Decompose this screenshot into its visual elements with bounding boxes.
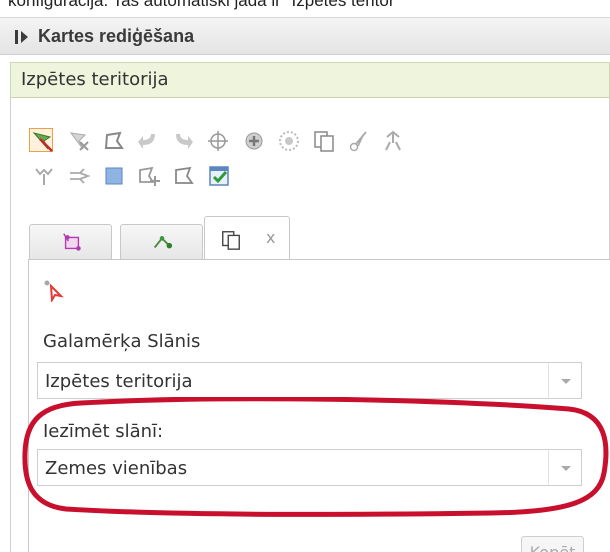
tab-strip: x xyxy=(16,216,610,261)
split-icon[interactable] xyxy=(32,164,56,188)
edit-vertices-icon[interactable] xyxy=(102,129,126,153)
tab-close-icon[interactable]: x xyxy=(266,228,275,247)
add-point-icon[interactable] xyxy=(242,129,266,153)
add-part-icon[interactable] xyxy=(137,164,161,188)
chevron-down-icon[interactable] xyxy=(548,450,581,485)
select-features-icon[interactable] xyxy=(29,128,53,152)
target-layer-label: Galamērķa Slānis xyxy=(43,331,201,352)
merge-icon[interactable] xyxy=(381,129,405,153)
select-layer-icon xyxy=(63,233,81,251)
fill-icon[interactable] xyxy=(102,164,126,188)
expand-collapse-icon[interactable] xyxy=(14,29,30,45)
move-icon[interactable] xyxy=(206,129,230,153)
target-layer-select[interactable]: Izpētes teritorija xyxy=(37,362,582,399)
reshape-icon[interactable] xyxy=(67,164,91,188)
buffer-icon[interactable] xyxy=(277,129,301,153)
copy-features-icon[interactable] xyxy=(312,129,336,153)
cut-icon[interactable] xyxy=(347,129,371,153)
select-layer-value: Zemes vienības xyxy=(45,458,188,479)
copy-tab-icon xyxy=(222,231,240,250)
select-layer-label: Iezīmēt slānī: xyxy=(43,421,164,442)
target-layer-value: Izpētes teritorija xyxy=(45,371,193,392)
tab-copy[interactable]: x xyxy=(204,216,290,261)
section-title: Izpētes teritorija xyxy=(21,69,169,90)
redo-icon[interactable] xyxy=(171,129,195,153)
tab-snapping[interactable] xyxy=(120,224,203,260)
copy-button[interactable]: Kopēt xyxy=(521,536,584,552)
save-check-icon[interactable] xyxy=(207,164,231,188)
document-text-line: konfigurācijā. Tas automātiski jādā ir "… xyxy=(8,0,395,10)
snapping-icon xyxy=(153,236,173,249)
delete-features-icon[interactable] xyxy=(67,129,91,153)
select-layer-select[interactable]: Zemes vienības xyxy=(37,449,582,486)
tab-content xyxy=(28,259,610,552)
trace-icon[interactable] xyxy=(172,164,196,188)
pick-point-icon[interactable] xyxy=(42,278,66,304)
undo-icon[interactable] xyxy=(136,129,160,153)
chevron-down-icon[interactable] xyxy=(548,363,581,398)
tab-select-layer[interactable] xyxy=(29,224,112,260)
panel-title: Kartes rediģēšana xyxy=(38,26,195,46)
section-header[interactable]: Izpētes teritorija xyxy=(10,62,610,98)
panel-header[interactable]: Kartes rediģēšana xyxy=(0,17,610,55)
